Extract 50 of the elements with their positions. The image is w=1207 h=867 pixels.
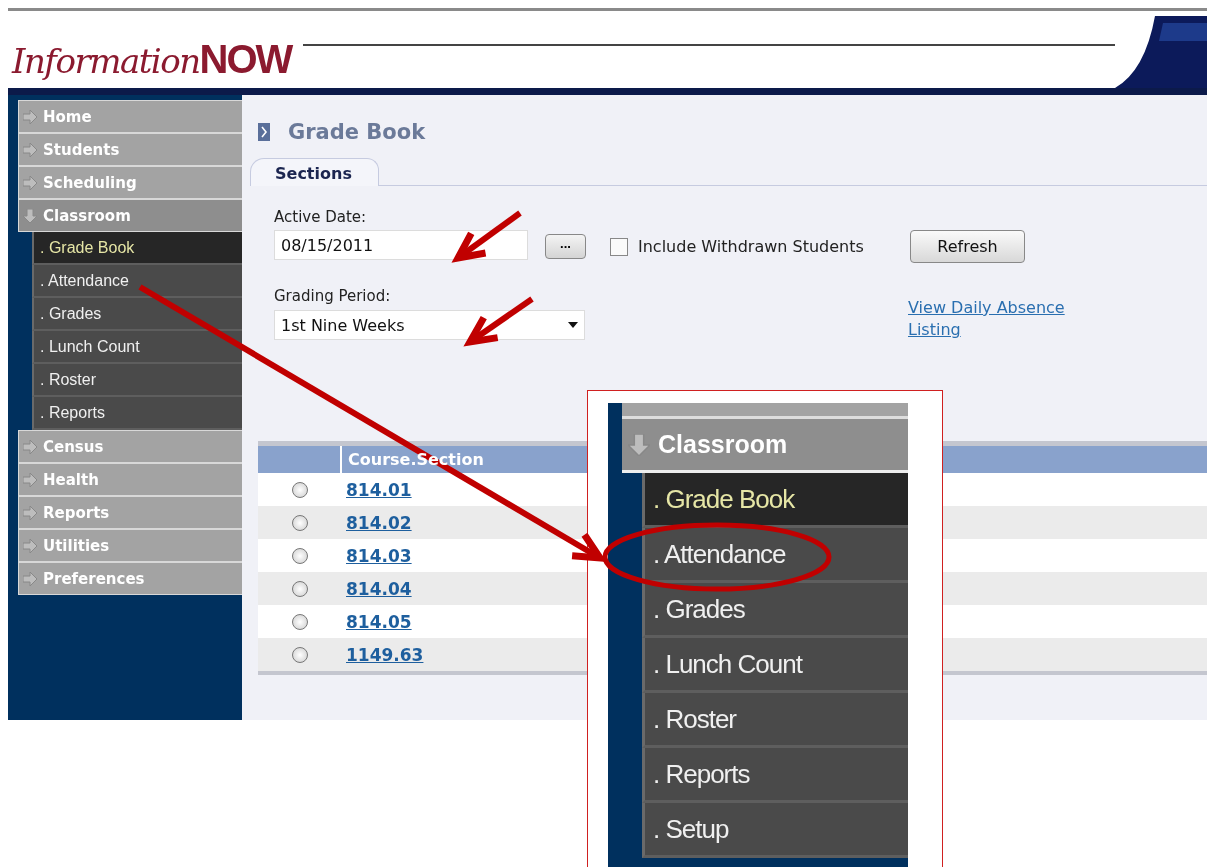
radio-button[interactable]	[292, 481, 308, 498]
dropdown-caret-icon	[568, 322, 578, 328]
nav-subitem[interactable]: . Lunch Count	[642, 638, 908, 693]
section-link[interactable]: 814.05	[342, 611, 412, 632]
radio-button[interactable]	[292, 547, 308, 564]
right-arrow-icon	[23, 505, 37, 520]
right-arrow-icon	[23, 472, 37, 487]
radio-button[interactable]	[292, 514, 308, 531]
radio-button[interactable]	[292, 613, 308, 630]
right-arrow-icon	[23, 439, 37, 454]
nav-subitem[interactable]: . Attendance	[32, 265, 242, 298]
section-link[interactable]: 814.01	[342, 479, 412, 500]
grading-period-select[interactable]: 1st Nine Weeks	[274, 310, 585, 340]
field-label: Active Date:	[274, 208, 368, 226]
right-arrow-icon	[23, 571, 37, 586]
radio-button[interactable]	[292, 580, 308, 597]
logo: InformationNOW	[12, 37, 292, 82]
radio-button[interactable]	[292, 646, 308, 663]
nav-subitem[interactable]: . Reports	[32, 397, 242, 430]
section-link[interactable]: 1149.63	[342, 644, 424, 665]
right-arrow-icon	[23, 175, 37, 190]
date-field[interactable]: 08/15/2011	[274, 230, 528, 260]
annotation-arrow	[451, 210, 522, 263]
nav-subitem[interactable]: . Grades	[642, 583, 908, 638]
nav-subitem[interactable]: . Grades	[32, 298, 242, 331]
checkbox-label: Include Withdrawn Students	[638, 237, 864, 256]
refresh-button[interactable]: Refresh	[910, 230, 1025, 263]
checkbox[interactable]	[610, 237, 628, 256]
nav-subitem[interactable]: . Attendance	[642, 528, 908, 583]
right-arrow-icon	[23, 109, 37, 124]
nav-subitem[interactable]: . Reports	[642, 748, 908, 803]
down-arrow-icon	[23, 208, 37, 223]
nav-subitem[interactable]: . Roster	[642, 693, 908, 748]
field-label: Grading Period:	[274, 287, 392, 306]
nav-subitem[interactable]: . Setup	[642, 803, 908, 858]
date-picker-button[interactable]: ...	[545, 234, 586, 259]
section-link[interactable]: 814.04	[342, 578, 412, 599]
nav-subitem[interactable]: . Lunch Count	[32, 331, 242, 364]
right-arrow-icon	[23, 142, 37, 157]
tab[interactable]: Sections	[250, 158, 379, 186]
nav-subitem[interactable]: . Roster	[32, 364, 242, 397]
right-arrow-icon	[23, 538, 37, 553]
view-absence-link[interactable]: View Daily Absence Listing	[908, 297, 1088, 341]
page-title: Grade Book	[288, 120, 426, 144]
section-link[interactable]: 814.02	[342, 512, 412, 533]
section-link[interactable]: 814.03	[342, 545, 412, 566]
nav-subitem[interactable]: . Grade Book	[642, 473, 908, 528]
down-arrow-icon	[628, 433, 650, 456]
chevron-icon	[258, 123, 270, 141]
nav-subitem[interactable]: . Grade Book	[32, 232, 242, 265]
